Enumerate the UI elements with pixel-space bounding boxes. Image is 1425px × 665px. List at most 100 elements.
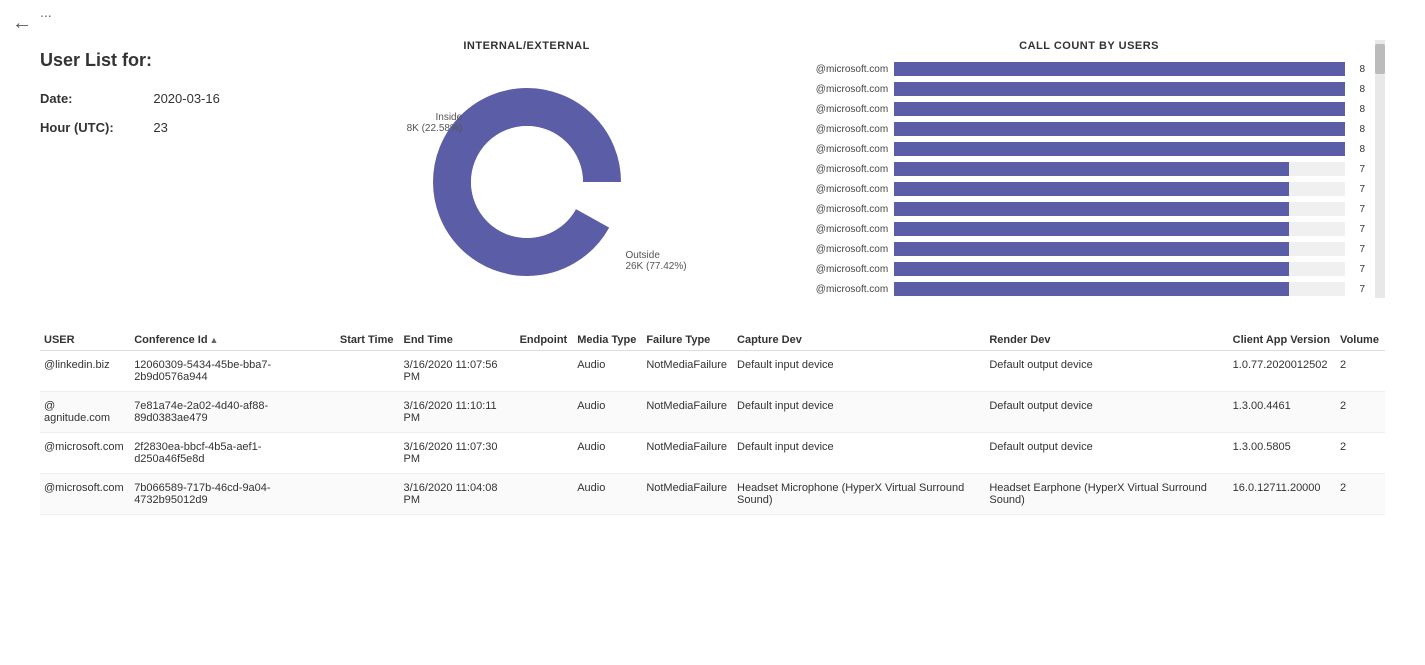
back-button[interactable]: ← <box>12 12 32 35</box>
table-header: USERConference Id▲Start TimeEnd TimeEndp… <box>40 328 1385 351</box>
col-header-endpoint: Endpoint <box>516 328 574 351</box>
cell-conference_id: 7e81a74e-2a02-4d40-af88-89d0383ae479 <box>130 392 336 433</box>
col-header-failure_type: Failure Type <box>642 328 733 351</box>
cell-client_app: 1.3.00.4461 <box>1229 392 1336 433</box>
cell-endpoint <box>516 351 574 392</box>
bar-track <box>894 202 1345 216</box>
sort-arrow-icon: ▲ <box>210 335 219 345</box>
bar-row: @microsoft.com 8 <box>793 140 1365 158</box>
cell-end_time: 3/16/2020 11:07:56 PM <box>400 351 516 392</box>
bar-value: 8 <box>1351 124 1365 135</box>
bar-track <box>894 242 1345 256</box>
bar-label: @microsoft.com <box>793 144 888 155</box>
bar-track <box>894 262 1345 276</box>
col-header-media_type: Media Type <box>573 328 642 351</box>
ellipsis: ... <box>40 4 1425 20</box>
bar-fill <box>894 262 1288 276</box>
cell-user: @ agnitude.com <box>40 392 130 433</box>
bar-fill <box>894 102 1345 116</box>
bar-label: @microsoft.com <box>793 84 888 95</box>
cell-conference_id: 7b066589-717b-46cd-9a04-4732b95012d9 <box>130 474 336 515</box>
bar-value: 7 <box>1351 264 1365 275</box>
cell-render_dev: Headset Earphone (HyperX Virtual Surroun… <box>985 474 1228 515</box>
bar-track <box>894 282 1345 296</box>
data-table: USERConference Id▲Start TimeEnd TimeEndp… <box>40 328 1385 515</box>
bar-track <box>894 102 1345 116</box>
bar-value: 7 <box>1351 204 1365 215</box>
cell-media_type: Audio <box>573 392 642 433</box>
inside-label: Inside 8K (22.58%) <box>407 112 463 134</box>
donut-chart: Inside 8K (22.58%) Outside 26K (77.42%) <box>417 72 637 292</box>
table-body: @linkedin.biz12060309-5434-45be-bba7-2b9… <box>40 351 1385 515</box>
col-header-user: USER <box>40 328 130 351</box>
bar-value: 7 <box>1351 224 1365 235</box>
cell-capture_dev: Default input device <box>733 351 985 392</box>
hour-label: Hour (UTC): <box>40 120 150 135</box>
bar-value: 7 <box>1351 244 1365 255</box>
bar-value: 7 <box>1351 164 1365 175</box>
bar-track <box>894 82 1345 96</box>
col-header-volume: Volume <box>1336 328 1385 351</box>
date-label: Date: <box>40 91 150 106</box>
bar-track <box>894 62 1345 76</box>
bar-fill <box>894 202 1288 216</box>
bar-value: 8 <box>1351 104 1365 115</box>
bar-label: @microsoft.com <box>793 264 888 275</box>
cell-endpoint <box>516 433 574 474</box>
bar-row: @microsoft.com 7 <box>793 240 1365 258</box>
cell-render_dev: Default output device <box>985 351 1228 392</box>
cell-end_time: 3/16/2020 11:07:30 PM <box>400 433 516 474</box>
bar-fill <box>894 242 1288 256</box>
cell-conference_id: 12060309-5434-45be-bba7-2b9d0576a944 <box>130 351 336 392</box>
cell-render_dev: Default output device <box>985 433 1228 474</box>
bar-label: @microsoft.com <box>793 204 888 215</box>
col-header-capture_dev: Capture Dev <box>733 328 985 351</box>
bar-track <box>894 222 1345 236</box>
table-row: @linkedin.biz12060309-5434-45be-bba7-2b9… <box>40 351 1385 392</box>
col-header-conference_id[interactable]: Conference Id▲ <box>130 328 336 351</box>
bar-row: @microsoft.com 8 <box>793 100 1365 118</box>
page-title: User List for: <box>40 50 260 71</box>
cell-conference_id: 2f2830ea-bbcf-4b5a-aef1-d250a46f5e8d <box>130 433 336 474</box>
col-header-render_dev: Render Dev <box>985 328 1228 351</box>
bar-fill <box>894 82 1345 96</box>
cell-capture_dev: Default input device <box>733 433 985 474</box>
cell-start_time <box>336 474 400 515</box>
cell-media_type: Audio <box>573 474 642 515</box>
cell-end_time: 3/16/2020 11:10:11 PM <box>400 392 516 433</box>
cell-endpoint <box>516 392 574 433</box>
cell-failure_type: NotMediaFailure <box>642 433 733 474</box>
bar-track <box>894 122 1345 136</box>
bar-row: @microsoft.com 7 <box>793 260 1365 278</box>
cell-end_time: 3/16/2020 11:04:08 PM <box>400 474 516 515</box>
bar-row: @microsoft.com 7 <box>793 160 1365 178</box>
cell-volume: 2 <box>1336 351 1385 392</box>
date-field: Date: 2020-03-16 <box>40 91 260 106</box>
bar-value: 8 <box>1351 84 1365 95</box>
bar-chart-title: CALL COUNT BY USERS <box>793 40 1385 52</box>
table-section: USERConference Id▲Start TimeEnd TimeEndp… <box>0 328 1425 535</box>
cell-start_time <box>336 392 400 433</box>
bar-row: @microsoft.com 7 <box>793 200 1365 218</box>
cell-client_app: 1.3.00.5805 <box>1229 433 1336 474</box>
bar-value: 8 <box>1351 144 1365 155</box>
cell-failure_type: NotMediaFailure <box>642 351 733 392</box>
bar-row: @microsoft.com 8 <box>793 120 1365 138</box>
bar-row: @microsoft.com 7 <box>793 220 1365 238</box>
hour-value: 23 <box>153 120 167 135</box>
bar-fill <box>894 182 1288 196</box>
bar-value: 7 <box>1351 184 1365 195</box>
bar-fill <box>894 282 1288 296</box>
cell-failure_type: NotMediaFailure <box>642 474 733 515</box>
outside-label: Outside 26K (77.42%) <box>625 250 686 272</box>
cell-user: @linkedin.biz <box>40 351 130 392</box>
donut-chart-section: INTERNAL/EXTERNAL Inside 8K (22.58%) Out… <box>280 40 773 298</box>
cell-start_time <box>336 433 400 474</box>
cell-media_type: Audio <box>573 351 642 392</box>
table-row: @microsoft.com2f2830ea-bbcf-4b5a-aef1-d2… <box>40 433 1385 474</box>
cell-client_app: 1.0.77.2020012502 <box>1229 351 1336 392</box>
bar-row: @microsoft.com 8 <box>793 60 1365 78</box>
user-info-panel: User List for: Date: 2020-03-16 Hour (UT… <box>40 40 260 298</box>
bar-fill <box>894 222 1288 236</box>
cell-capture_dev: Default input device <box>733 392 985 433</box>
